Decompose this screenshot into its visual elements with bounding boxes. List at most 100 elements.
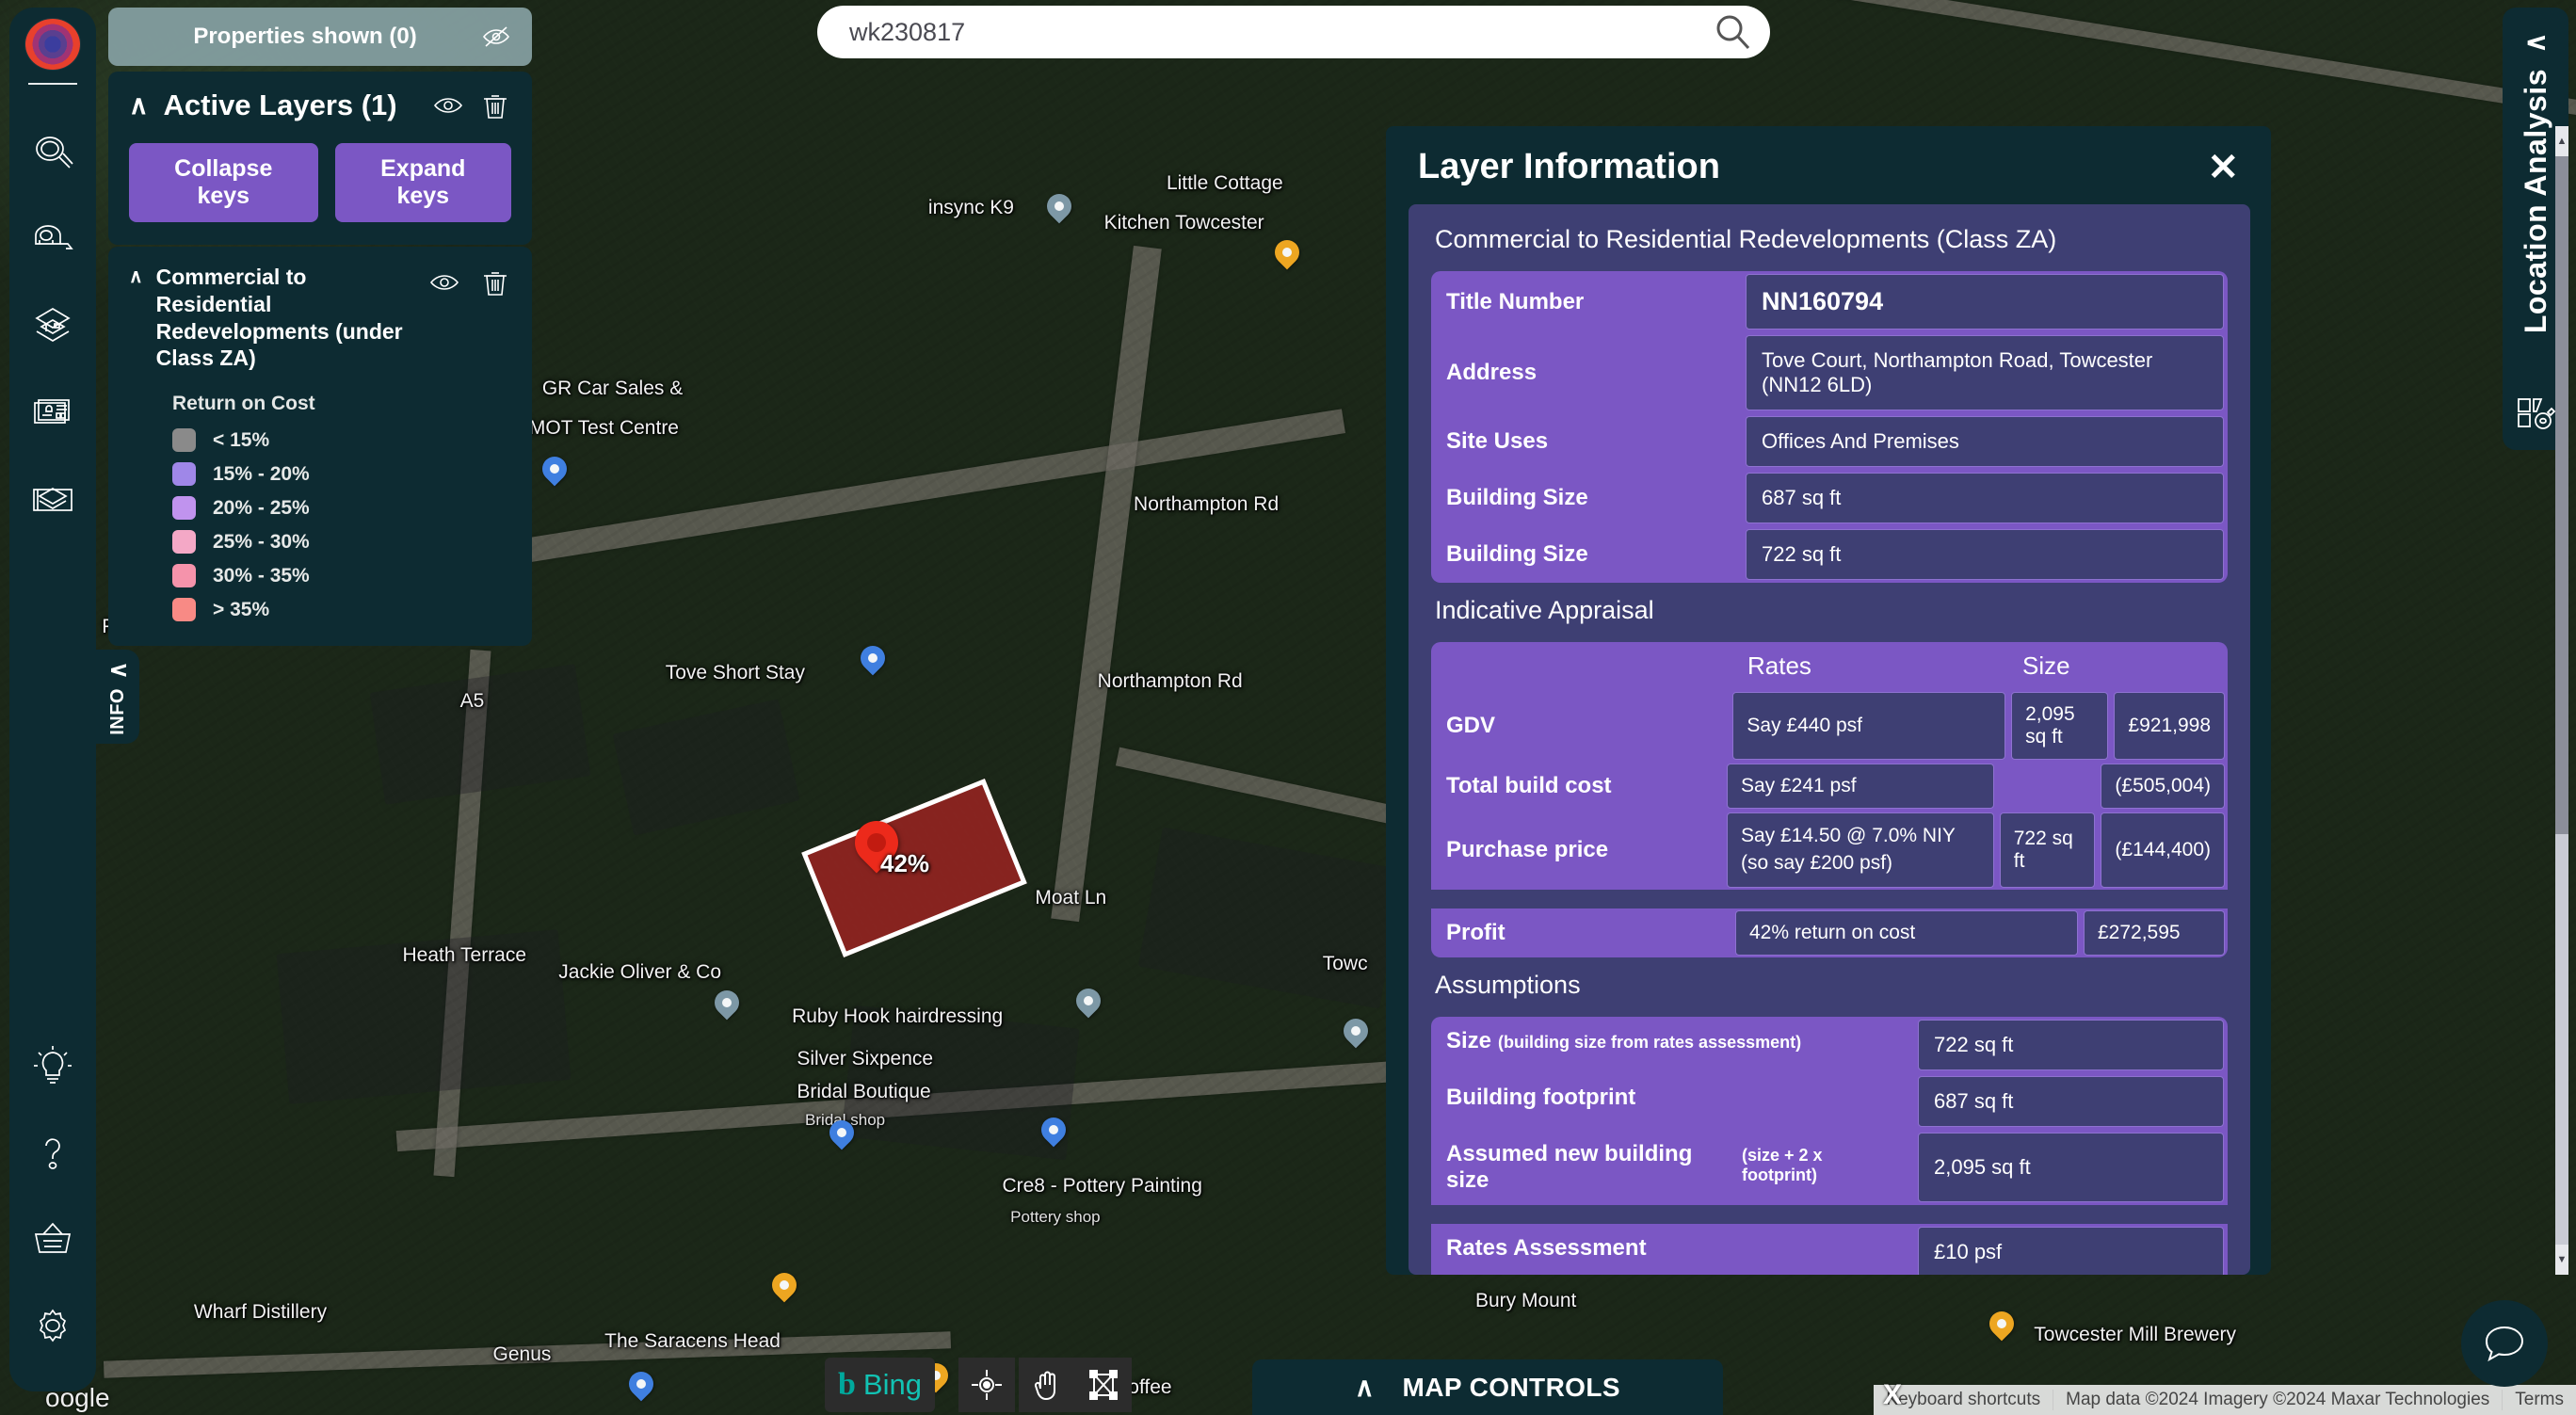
layer-key-title: Commercial to Residential Redevelopments… — [155, 265, 403, 371]
search-tool-icon[interactable] — [9, 109, 96, 196]
table-row: Building footprint 687 sq ft — [1431, 1073, 2228, 1130]
table-row: Assumed new building size (size + 2 x foo… — [1431, 1130, 2228, 1205]
help-icon[interactable] — [9, 1109, 96, 1196]
map-poi-pin[interactable] — [766, 1267, 802, 1305]
layers-3d-icon[interactable] — [9, 282, 96, 369]
attribution-item[interactable]: Terms — [2502, 1390, 2576, 1410]
appraisal-amount: (£144,400) — [2101, 812, 2225, 888]
layer-key-label: 30% - 35% — [213, 564, 310, 587]
info-tab[interactable]: ∧ INFO — [96, 650, 139, 744]
map-controls-bar[interactable]: ∧ MAP CONTROLS — [1252, 1359, 1723, 1415]
appraisal-header-rates: Rates — [1747, 651, 1811, 680]
assumptions-table: Size (building size from rates assessment… — [1431, 1016, 2228, 1275]
map-poi-pin[interactable] — [1339, 1013, 1374, 1051]
table-row: Title Number NN160794 — [1431, 271, 2228, 332]
collapse-keys-button[interactable]: Collapse keys — [129, 143, 318, 222]
expand-keys-button[interactable]: Expand keys — [334, 143, 511, 222]
detail-value: NN160794 — [1746, 274, 2224, 330]
appraisal-profit-row: Profit 42% return on cost £272,595 — [1431, 908, 2228, 957]
detail-value: 722 sq ft — [1746, 529, 2224, 580]
info-tab-label: INFO — [106, 688, 128, 735]
pan-hand-icon[interactable] — [1019, 1358, 1075, 1412]
detail-value: Tove Court, Northampton Road, Towcester … — [1746, 335, 2224, 410]
chat-bubble-icon[interactable] — [2461, 1300, 2548, 1387]
bing-wordmark: Bing — [862, 1368, 922, 1401]
assumption-value: £10 psf — [1918, 1226, 2224, 1275]
layer-information-panel: Layer Information ✕ Commercial to Reside… — [1386, 126, 2271, 1275]
map-poi-pin[interactable] — [623, 1366, 659, 1404]
table-row: Building Size 722 sq ft — [1431, 526, 2228, 583]
layer-eye-icon[interactable] — [428, 267, 460, 297]
scrollbar-thumb[interactable] — [2555, 156, 2568, 834]
assumption-label: Assumed new building size (size + 2 x foo… — [1446, 1140, 1823, 1193]
eye-icon[interactable] — [432, 90, 464, 121]
map-poi-pin[interactable] — [855, 640, 891, 678]
property-details-table: Title Number NN160794 Address Tove Court, N… — [1431, 271, 2228, 583]
bing-b-glyph: b — [838, 1367, 856, 1402]
scroll-up-arrow-icon[interactable]: ▲ — [2555, 126, 2568, 156]
appraisal-rate: Say £241 psf — [1726, 764, 1994, 809]
map-poi-pin[interactable] — [1269, 234, 1305, 272]
report-card-icon[interactable] — [9, 369, 96, 456]
appraisal-rate: Say £440 psf — [1732, 692, 2006, 760]
layer-key-swatch — [172, 530, 196, 554]
basket-icon[interactable] — [9, 1196, 96, 1282]
settings-gear-icon[interactable] — [9, 1282, 96, 1369]
map-poi-pin[interactable] — [1984, 1306, 2020, 1343]
appraisal-header-size: Size — [2022, 651, 2070, 680]
detail-label: Site Uses — [1446, 428, 1549, 454]
appraisal-size: 2,095 sq ft — [2011, 692, 2109, 760]
layer-information-scroll-body[interactable]: Commercial to Residential Redevelopments… — [1409, 204, 2250, 1275]
active-layers-title: Active Layers (1) — [163, 88, 397, 121]
detail-label: Building Size — [1446, 485, 1588, 510]
attribution-item[interactable]: Map data ©2024 Imagery ©2024 Maxar Techn… — [2053, 1390, 2502, 1410]
layer-name: Commercial to Residential Redevelopments… — [1435, 225, 2057, 253]
select-box-icon[interactable] — [1075, 1358, 1132, 1412]
layer-information-title: Layer Information — [1418, 147, 1720, 186]
assumption-label: Rates Assessment — [1446, 1234, 1647, 1261]
map-attribution[interactable]: Keyboard shortcuts Map data ©2024 Imagery… — [1874, 1385, 2576, 1415]
layer-key-swatch — [172, 428, 196, 452]
map-poi-pin[interactable] — [824, 1115, 860, 1152]
layer-key-caret-icon[interactable]: ∧ — [129, 264, 143, 290]
map-poi-pin[interactable] — [537, 451, 572, 489]
layer-key-row[interactable]: 30% - 35% — [172, 564, 511, 587]
map-layers-icon[interactable] — [9, 456, 96, 542]
layer-key-row[interactable]: 25% - 30% — [172, 530, 511, 554]
active-layers-caret-icon[interactable]: ∧ — [129, 92, 149, 119]
map-poi-pin[interactable] — [709, 985, 745, 1022]
bing-logo[interactable]: b Bing — [825, 1358, 935, 1412]
location-analysis-label: Location Analysis — [2518, 69, 2552, 334]
search-icon[interactable] — [1712, 11, 1753, 53]
properties-shown-bar[interactable]: Properties shown (0) — [108, 8, 532, 66]
layer-key-row[interactable]: 15% - 20% — [172, 462, 511, 486]
lightbulb-icon[interactable] — [9, 1022, 96, 1109]
scroll-down-arrow-icon[interactable]: ▼ — [2555, 1245, 2568, 1275]
assumption-value: 2,095 sq ft — [1918, 1132, 2224, 1202]
layer-information-scrollbar[interactable]: ▲ ▼ — [2555, 126, 2568, 1275]
table-row: Building Size 687 sq ft — [1431, 470, 2228, 526]
table-row: Site Uses Offices And Premises — [1431, 413, 2228, 470]
map-poi-pin[interactable] — [1071, 984, 1106, 1021]
close-icon[interactable]: ✕ — [2207, 149, 2239, 186]
locate-target-icon[interactable] — [958, 1358, 1015, 1412]
active-layers-panel: ∧ Active Layers (1) Collapse keys Expand… — [108, 72, 532, 245]
search-bar[interactable] — [817, 6, 1770, 58]
layer-key-row[interactable]: > 35% — [172, 598, 511, 621]
appraisal-rate: Say £14.50 @ 7.0% NIY (so say £200 psf) — [1726, 812, 1994, 888]
map-poi-pin[interactable] — [1041, 188, 1076, 226]
map-poi-pin[interactable] — [1036, 1112, 1071, 1150]
profit-note: 42% return on cost — [1735, 909, 2078, 956]
left-sidebar — [9, 8, 96, 1391]
search-input[interactable] — [849, 17, 1712, 47]
info-tab-chevron-icon: ∧ — [104, 661, 132, 680]
detail-label: Building Size — [1446, 541, 1588, 567]
trash-icon[interactable] — [479, 90, 511, 121]
measure-tool-icon[interactable] — [9, 196, 96, 282]
layer-key-row[interactable]: < 15% — [172, 428, 511, 452]
brand-logo[interactable] — [25, 19, 80, 70]
layer-trash-icon[interactable] — [479, 267, 511, 297]
assumptions-section-title: Assumptions — [1435, 970, 1581, 999]
layer-key-row[interactable]: 20% - 25% — [172, 496, 511, 520]
eye-off-icon[interactable] — [481, 23, 511, 51]
